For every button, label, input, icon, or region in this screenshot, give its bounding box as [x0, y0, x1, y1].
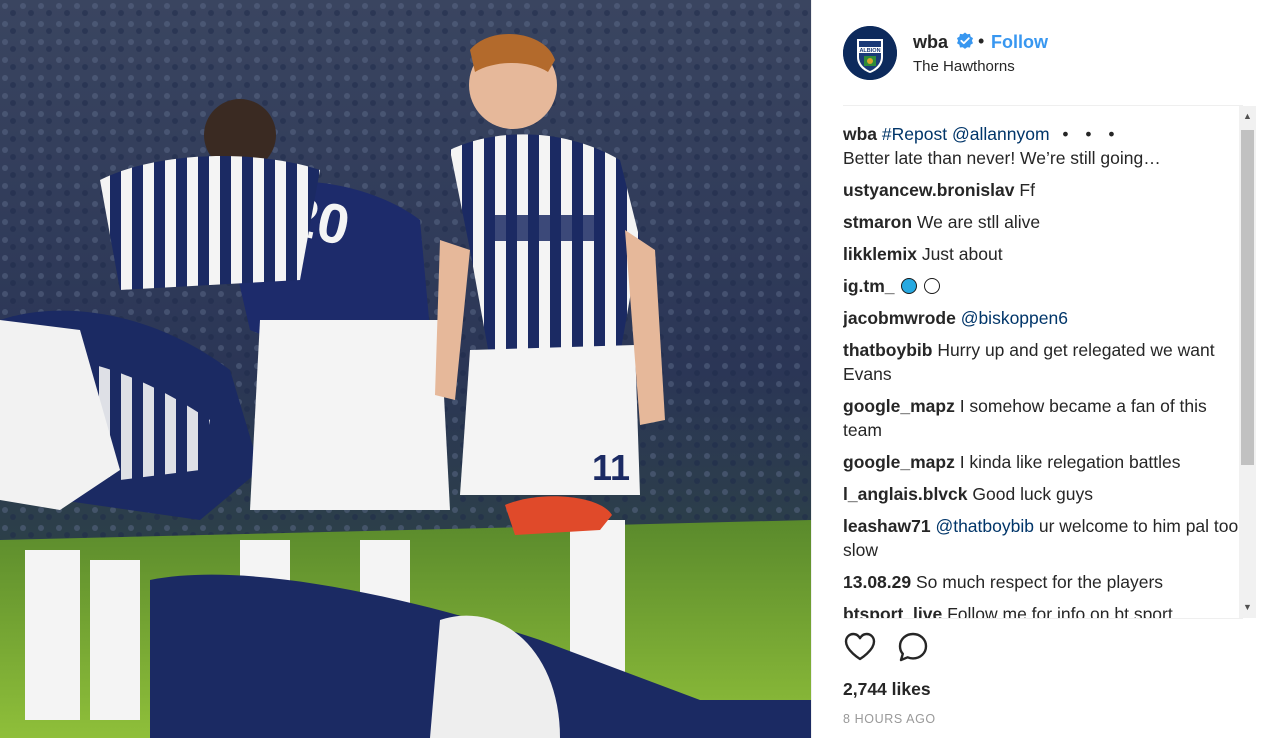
- comment-text: We are stll alive: [916, 212, 1041, 232]
- likes-count[interactable]: 2,744 likes: [843, 678, 931, 700]
- actions-divider: [843, 618, 1243, 619]
- post-username[interactable]: wba: [913, 31, 948, 53]
- more-options-icon[interactable]: • • •: [1062, 124, 1120, 144]
- comment-mention[interactable]: @thatboybib: [935, 516, 1034, 536]
- comment-username[interactable]: leashaw71: [843, 516, 931, 536]
- comment-text: So much respect for the players: [916, 572, 1164, 592]
- comment-username[interactable]: likklemix: [843, 244, 917, 264]
- list-item: likklemix Just about: [843, 242, 1239, 266]
- scrollbar-thumb[interactable]: [1241, 130, 1254, 465]
- caption-text: Better late than never! We’re still goin…: [843, 148, 1161, 168]
- list-item: google_mapz I kinda like relegation batt…: [843, 450, 1239, 474]
- caption-mention[interactable]: @allannyom: [952, 124, 1050, 144]
- comment-username[interactable]: 13.08.29: [843, 572, 911, 592]
- avatar[interactable]: ALBION: [843, 26, 897, 80]
- list-item: google_mapz I somehow became a fan of th…: [843, 394, 1239, 442]
- heart-icon[interactable]: [843, 630, 877, 664]
- post-location[interactable]: The Hawthorns: [913, 58, 1015, 76]
- list-item: ig.tm_: [843, 274, 1239, 298]
- header-divider: [843, 105, 1243, 106]
- scroll-up-arrow-icon[interactable]: ▲: [1239, 108, 1256, 125]
- follow-button[interactable]: Follow: [991, 31, 1048, 53]
- separator-dot: •: [978, 31, 985, 51]
- white-circle-emoji-icon: [924, 278, 941, 294]
- post-timestamp: 8 HOURS AGO: [843, 712, 936, 726]
- club-crest-icon: ALBION: [843, 26, 897, 80]
- comment-text: I kinda like relegation battles: [959, 452, 1181, 472]
- comment-text: Follow me for info on bt sport: [947, 604, 1173, 618]
- comment-username[interactable]: ig.tm_: [843, 276, 895, 296]
- comment-text: Ff: [1019, 180, 1035, 200]
- comment-username[interactable]: jacobmwrode: [843, 308, 956, 328]
- list-item: leashaw71 @thatboybib ur welcome to him …: [843, 514, 1239, 562]
- comment-username[interactable]: stmaron: [843, 212, 912, 232]
- list-item: btsport_live Follow me for info on bt sp…: [843, 602, 1239, 618]
- comment-username[interactable]: btsport_live: [843, 604, 942, 618]
- comment-mention[interactable]: @biskoppen6: [961, 308, 1068, 328]
- list-item: thatboybib Hurry up and get relegated we…: [843, 338, 1239, 386]
- verified-badge-icon: [957, 32, 973, 49]
- list-item: jacobmwrode @biskoppen6: [843, 306, 1239, 330]
- caption: wba #Repost @allannyom • • • Better late…: [843, 122, 1239, 170]
- list-item: stmaron We are stll alive: [843, 210, 1239, 234]
- comment-bubble-icon[interactable]: [896, 630, 930, 664]
- comment-username[interactable]: ustyancew.bronislav: [843, 180, 1015, 200]
- post-photo[interactable]: 20 11: [0, 0, 811, 738]
- football-celebration-image: 20 11: [0, 0, 811, 738]
- comments-scrollbar[interactable]: ▲ ▼: [1239, 106, 1256, 618]
- comments-list[interactable]: wba #Repost @allannyom • • • Better late…: [843, 122, 1239, 618]
- post-header: ALBION wba • Follow The Hawthorns: [843, 26, 1243, 82]
- caption-username[interactable]: wba: [843, 124, 877, 144]
- comment-text: Just about: [921, 244, 1003, 264]
- caption-hashtag[interactable]: #Repost: [882, 124, 947, 144]
- list-item: 13.08.29 So much respect for the players: [843, 570, 1239, 594]
- comment-username[interactable]: google_mapz: [843, 396, 955, 416]
- svg-text:11: 11: [592, 447, 630, 488]
- list-item: ustyancew.bronislav Ff: [843, 178, 1239, 202]
- comment-text: Good luck guys: [972, 484, 1094, 504]
- list-item: l_anglais.blvck Good luck guys: [843, 482, 1239, 506]
- comment-username[interactable]: thatboybib: [843, 340, 932, 360]
- comment-username[interactable]: google_mapz: [843, 452, 955, 472]
- svg-text:ALBION: ALBION: [859, 48, 880, 54]
- comment-username[interactable]: l_anglais.blvck: [843, 484, 968, 504]
- post-details-panel: ALBION wba • Follow The Hawthorns wba #R…: [811, 0, 1264, 738]
- scroll-down-arrow-icon[interactable]: ▼: [1239, 599, 1256, 616]
- blue-circle-emoji-icon: [901, 278, 918, 294]
